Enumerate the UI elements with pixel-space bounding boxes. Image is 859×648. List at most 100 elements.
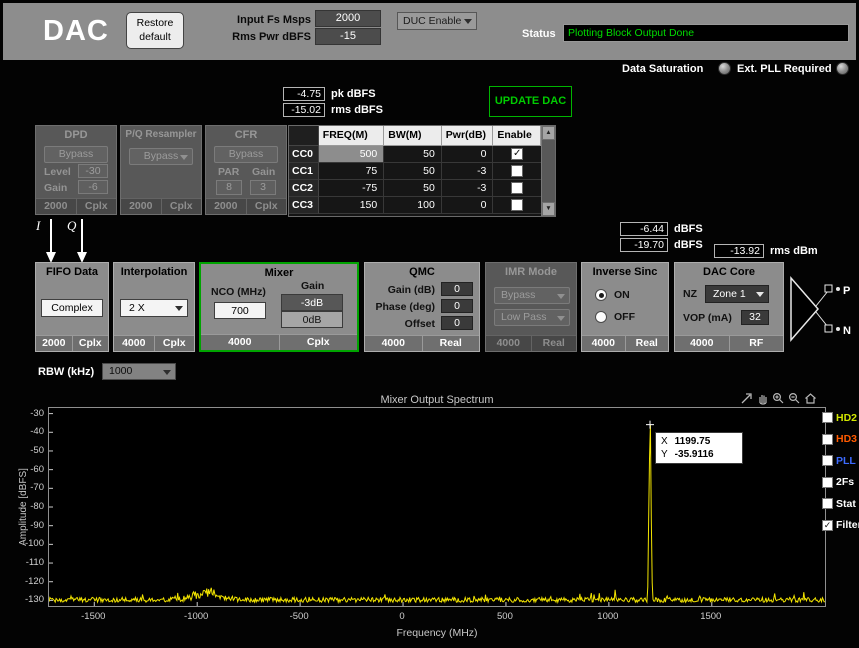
inverse-sinc-rate-bar: 4000 Real	[582, 335, 668, 351]
fifo-panel: FIFO Data Complex 2000 Cplx	[35, 262, 109, 352]
bw-cell[interactable]: 100	[384, 197, 442, 214]
y-tick-label: -60	[30, 463, 44, 475]
status-field: Plotting Block Output Done	[563, 24, 849, 42]
inverse-sinc-off-radio[interactable]	[595, 311, 607, 323]
mixer-gain-option[interactable]: 0dB	[281, 311, 343, 328]
pwr-cell[interactable]: 0	[441, 197, 494, 214]
cursor-y-value: -35.9116	[674, 449, 714, 460]
enable-cell: ✓	[493, 146, 541, 163]
spectrum-plot[interactable]: X 1199.75 Y -35.9116	[48, 407, 826, 607]
bw-cell[interactable]: 50	[384, 146, 442, 163]
bw-cell[interactable]: 50	[384, 180, 442, 197]
table-row: CC2 -75 50 -3	[289, 180, 541, 197]
chain-power-unit: rms dBm	[770, 245, 818, 257]
fifo-format-field[interactable]: Complex	[41, 299, 103, 317]
legend-item: HD3	[822, 429, 857, 451]
dpd-level-field: -30	[78, 164, 108, 178]
inverse-sinc-on-label: ON	[614, 289, 630, 301]
duc-enable-dropdown[interactable]: DUC Enable	[397, 12, 477, 30]
resampler-rate-bar: 2000 Cplx	[121, 198, 201, 214]
legend-checkbox[interactable]	[822, 476, 833, 488]
home-icon[interactable]	[804, 392, 817, 405]
x-tick-label: 0	[399, 611, 405, 622]
pwr-cell[interactable]: -3	[441, 180, 494, 197]
legend-checkbox[interactable]	[822, 455, 833, 467]
scroll-down-icon[interactable]: ▼	[542, 202, 555, 216]
cfr-title: CFR	[234, 129, 258, 141]
dpd-gain-field: -6	[78, 180, 108, 194]
enable-checkbox[interactable]	[511, 182, 524, 194]
p-pin-line	[815, 290, 829, 307]
imr-panel: IMR Mode Bypass Low Pass 4000 Real	[485, 262, 577, 352]
ext-pll-led	[836, 62, 849, 75]
qmc-phase-field[interactable]: 0	[441, 299, 473, 313]
spectrum-legend: HD2HD3PLL2FsStat✓Filter	[822, 407, 859, 536]
rms-pwr-field[interactable]: -15	[315, 28, 381, 45]
legend-checkbox[interactable]	[822, 412, 833, 424]
pwr-cell[interactable]: 0	[441, 146, 494, 163]
enable-cell	[493, 197, 541, 214]
dpd-title: DPD	[64, 129, 88, 141]
vop-field[interactable]: 32	[741, 310, 769, 325]
dpd-level-label: Level	[44, 166, 71, 178]
legend-item: 2Fs	[822, 472, 856, 494]
chart-title: Mixer Output Spectrum	[380, 394, 494, 406]
update-dac-button[interactable]: UPDATE DAC	[489, 86, 572, 117]
data-saturation-label: Data Saturation	[622, 63, 704, 75]
legend-checkbox[interactable]: ✓	[822, 519, 833, 531]
output-n-label: N	[843, 325, 851, 337]
nz-zone-dropdown[interactable]: Zone 1	[705, 285, 769, 303]
enable-checkbox[interactable]	[511, 165, 524, 177]
pk-dbfs-readout: -4.75	[283, 87, 325, 101]
enable-checkbox[interactable]: ✓	[511, 148, 524, 160]
qmc-offset-field[interactable]: 0	[441, 316, 473, 330]
table-scrollbar[interactable]: ▲ ▼	[541, 126, 555, 216]
interpolation-value: 2 X	[129, 302, 145, 314]
x-tick-label: -1500	[81, 611, 106, 622]
cfr-gain-field: 3	[250, 180, 276, 195]
mixer-gain-option-selected[interactable]: -3dB	[281, 294, 343, 311]
qmc-panel: QMC Gain (dB) 0 Phase (deg) 0 Offset 0 4…	[364, 262, 480, 352]
scroll-up-icon[interactable]: ▲	[542, 126, 555, 140]
cursor-x-label: X	[661, 436, 668, 447]
imr-title: IMR Mode	[505, 266, 557, 278]
freq-cell[interactable]: 150	[318, 197, 385, 214]
inverse-sinc-on-radio[interactable]	[595, 289, 607, 301]
x-tick-label: -1000	[184, 611, 209, 622]
qmc-gain-field[interactable]: 0	[441, 282, 473, 296]
interpolation-dropdown[interactable]: 2 X	[120, 299, 188, 317]
interpolation-format: Cplx	[153, 336, 195, 351]
freq-cell[interactable]: -75	[318, 180, 385, 197]
chain-pk-unit: dBFS	[674, 223, 703, 235]
spectrum-chart: Mixer Output Spectrum Amplitude [dBFS] -…	[8, 391, 859, 645]
freq-cell[interactable]: 75	[318, 163, 385, 180]
pwr-cell[interactable]: -3	[441, 163, 494, 180]
y-tick-label: -90	[30, 519, 44, 531]
resampler-format: Cplx	[160, 199, 202, 214]
resampler-panel: P/Q Resampler Bypass 2000 Cplx	[120, 125, 202, 215]
dropdown-arrow-icon	[163, 369, 171, 375]
carrier-table: FREQ(M) BW(M) Pwr(dB) Enable CC0 500 50 0 ✓ CC1 7…	[288, 125, 556, 217]
i-label: I	[35, 218, 41, 233]
restore-default-button[interactable]: Restore default	[126, 12, 184, 49]
zoom-out-icon[interactable]	[788, 392, 801, 405]
rbw-dropdown[interactable]: 1000	[102, 363, 176, 380]
dropdown-arrow-icon	[464, 19, 472, 24]
input-fs-field[interactable]: 2000	[315, 10, 381, 27]
fifo-rate: 2000	[42, 337, 66, 349]
imr-format: Real	[530, 336, 577, 351]
enable-checkbox[interactable]	[511, 199, 524, 211]
cfr-format: Cplx	[245, 199, 287, 214]
cursor-tool-icon[interactable]	[740, 392, 753, 405]
zoom-in-icon[interactable]	[772, 392, 785, 405]
freq-cell[interactable]: 500	[318, 146, 385, 163]
mixer-gain-selector: -3dB 0dB	[281, 294, 343, 328]
cfr-rate-bar: 2000 Cplx	[206, 198, 286, 214]
legend-checkbox[interactable]	[822, 498, 833, 510]
legend-label: Filter	[836, 519, 859, 532]
nco-field[interactable]: 700	[214, 302, 266, 319]
legend-checkbox[interactable]	[822, 433, 833, 445]
scrollbar-track[interactable]	[542, 140, 555, 202]
pan-hand-icon[interactable]	[756, 392, 769, 405]
bw-cell[interactable]: 50	[384, 163, 442, 180]
